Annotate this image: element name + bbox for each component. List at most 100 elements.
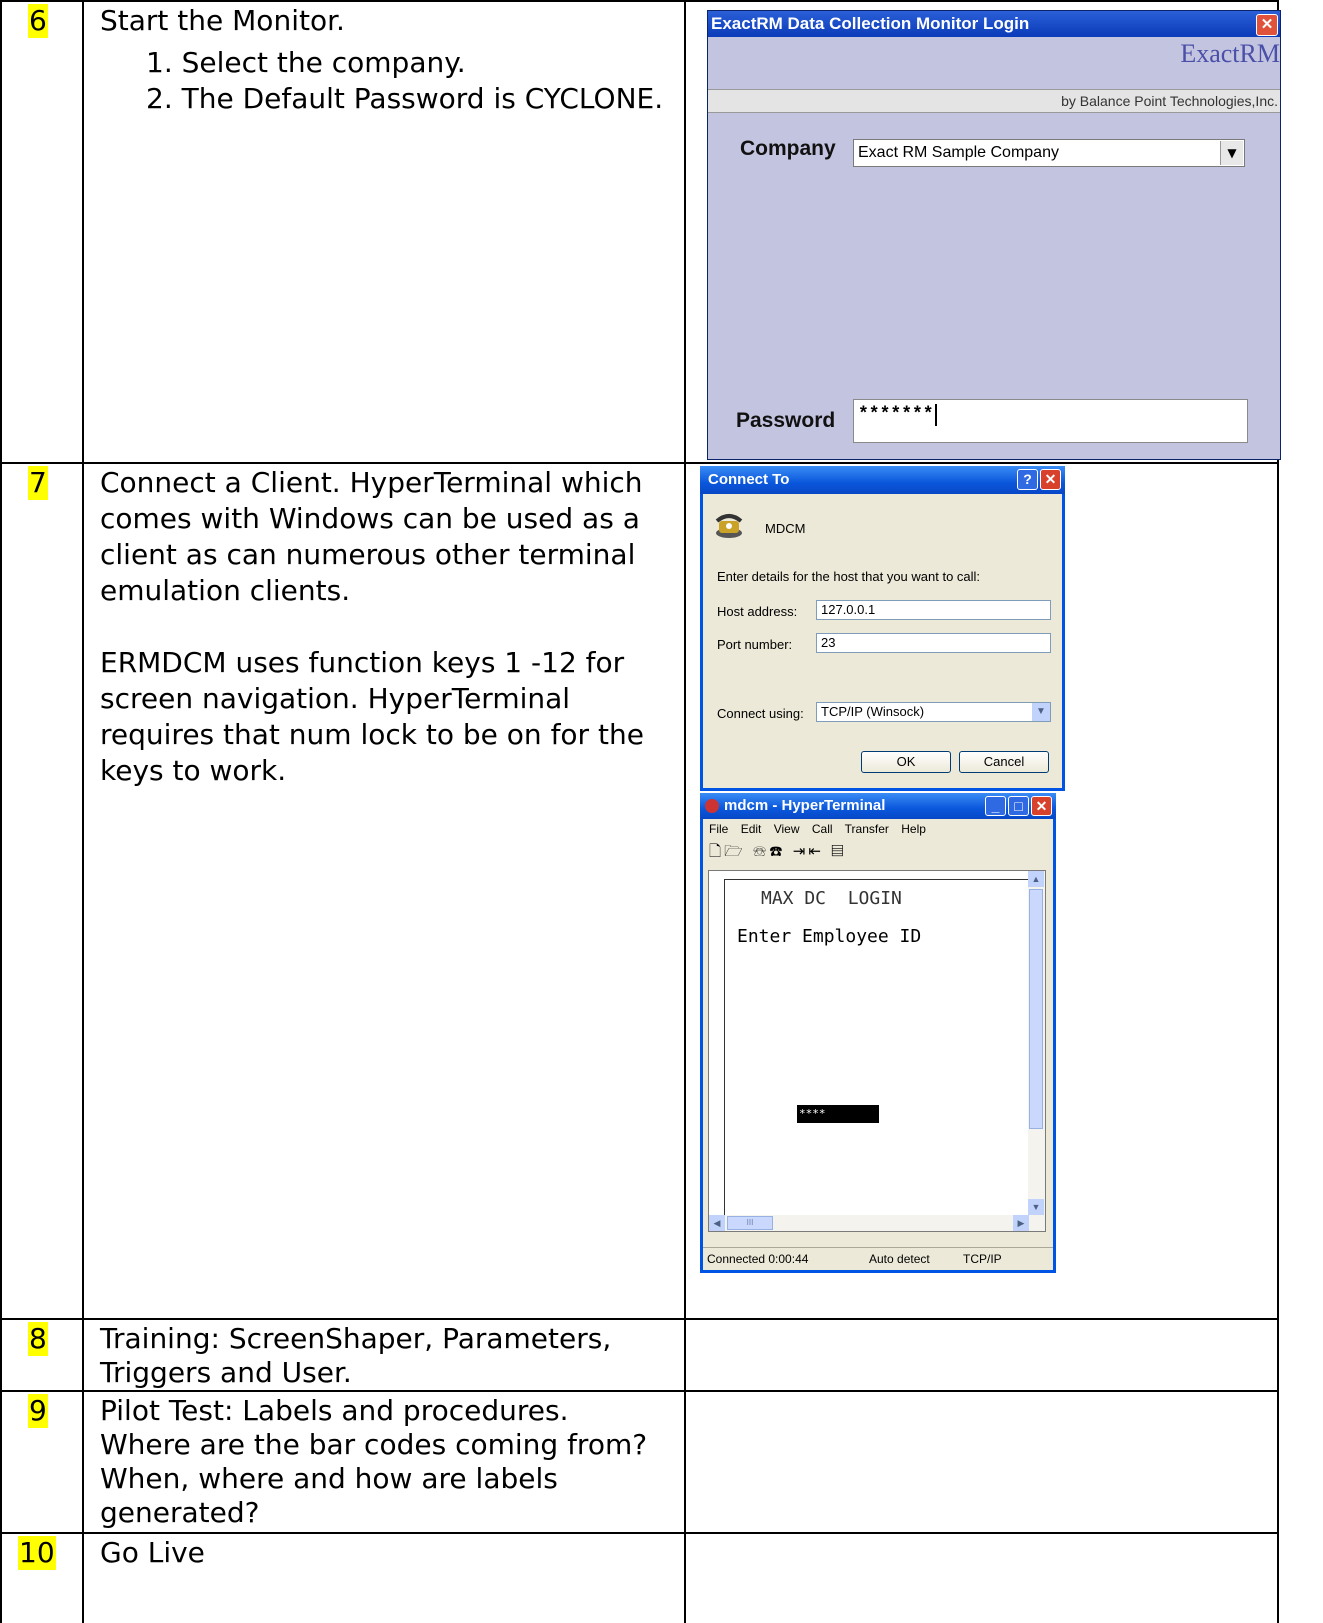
phone-connection-icon (715, 514, 743, 538)
dialog-prompt: Enter details for the host that you want… (717, 569, 981, 584)
cancel-button[interactable]: Cancel (959, 751, 1049, 773)
password-field[interactable]: ******* (853, 399, 1248, 443)
step-text-line: requires that num lock to be on for the (100, 718, 644, 751)
step-text-line: Triggers and User. (100, 1356, 352, 1389)
open-icon[interactable]: 🗁 (724, 843, 746, 860)
connect-to-dialog: Connect To ? ✕ MDCM Enter details for th… (700, 466, 1065, 791)
connect-using-select[interactable]: TCP/IP (Winsock) ▼ (816, 702, 1051, 722)
chevron-down-icon[interactable]: ▼ (1032, 703, 1050, 721)
close-icon[interactable]: ✕ (1040, 469, 1061, 490)
byline: by Balance Point Technologies,Inc. (1061, 93, 1278, 109)
close-icon[interactable]: ✕ (1256, 14, 1278, 36)
status-bar: Connected 0:00:44 Auto detect TCP/IP (703, 1247, 1053, 1270)
menu-file[interactable]: File (709, 822, 728, 836)
port-label: Port number: (717, 637, 793, 652)
list-item: 1. Select the company. (146, 46, 466, 79)
row-divider (0, 1390, 1279, 1392)
byline-band: by Balance Point Technologies,Inc. (708, 89, 1280, 113)
terminal-screen[interactable]: MAX DC LOGIN Enter Employee ID **** ▲ ▼ … (708, 870, 1046, 1232)
disconnect-icon[interactable]: ☏ (753, 843, 769, 860)
row-divider (0, 462, 1279, 464)
row-divider (0, 1532, 1279, 1534)
step-text-line: screen navigation. HyperTerminal (100, 682, 571, 715)
password-label: Password (736, 409, 836, 432)
terminal-title: MAX DC LOGIN (761, 888, 902, 909)
chevron-down-icon[interactable]: ▼ (1220, 141, 1243, 165)
menu-transfer[interactable]: Transfer (845, 822, 889, 836)
step-number: 10 (18, 1536, 56, 1570)
port-value: 23 (821, 635, 836, 650)
scroll-down-icon[interactable]: ▼ (1028, 1199, 1044, 1215)
scroll-up-icon[interactable]: ▲ (1028, 871, 1044, 887)
step-text-line: Go Live (100, 1536, 205, 1569)
menu-help[interactable]: Help (901, 822, 926, 836)
table-border (0, 0, 2, 1623)
host-address-input[interactable]: 127.0.0.1 (816, 600, 1051, 620)
scroll-thumb[interactable]: III (727, 1216, 773, 1230)
scroll-left-icon[interactable]: ◀ (709, 1215, 725, 1231)
connection-name: MDCM (765, 521, 806, 536)
step-text-line: comes with Windows can be used as a (100, 502, 640, 535)
dial-icon[interactable]: ☎ (769, 843, 785, 860)
step-text-line: Where are the bar codes coming from? (100, 1428, 648, 1461)
step-text-line: Training: ScreenShaper, Parameters, (100, 1322, 612, 1355)
row-divider (0, 1318, 1279, 1320)
step-text: Start the Monitor. (100, 4, 345, 37)
maximize-icon[interactable]: □ (1008, 796, 1029, 816)
window-title-text: ExactRM Data Collection Monitor Login (711, 14, 1030, 33)
dialog-title: Connect To ? ✕ (700, 466, 1065, 494)
step-number: 8 (28, 1322, 48, 1356)
step-text-line: Pilot Test: Labels and procedures. (100, 1394, 569, 1427)
menu-call[interactable]: Call (812, 822, 833, 836)
terminal-area: MAX DC LOGIN Enter Employee ID **** (724, 879, 1033, 1230)
menu-bar: File Edit View Call Transfer Help (709, 820, 935, 838)
exactrm-login-window: ExactRM Data Collection Monitor Login ✕ … (707, 10, 1281, 460)
send-icon[interactable]: ⇥ (793, 843, 809, 860)
properties-icon[interactable]: ▤ (831, 843, 847, 860)
password-value: ******* (858, 404, 937, 426)
column-divider (684, 0, 686, 1623)
scroll-thumb[interactable] (1029, 889, 1043, 1129)
app-icon (705, 799, 719, 813)
brand-logo: ExactRM (1180, 39, 1280, 68)
scroll-right-icon[interactable]: ▶ (1013, 1215, 1029, 1231)
status-detect: Auto detect (869, 1252, 930, 1266)
help-icon[interactable]: ? (1017, 469, 1038, 490)
receive-icon[interactable]: ⇤ (808, 843, 824, 860)
window-title: mdcm - HyperTerminal _ □ ✕ (700, 793, 1056, 819)
close-icon[interactable]: ✕ (1031, 796, 1052, 816)
hyperterminal-window: mdcm - HyperTerminal _ □ ✕ File Edit Vie… (700, 793, 1056, 1273)
minimize-icon[interactable]: _ (985, 796, 1006, 816)
list-item: 2. The Default Password is CYCLONE. (146, 82, 664, 115)
step-text-line: ERMDCM uses function keys 1 -12 for (100, 646, 625, 679)
company-select[interactable]: Exact RM Sample Company ▼ (853, 139, 1245, 167)
step-number: 7 (28, 466, 48, 500)
step-number: 6 (28, 4, 48, 38)
connect-using-label: Connect using: (717, 706, 804, 721)
menu-view[interactable]: View (774, 822, 800, 836)
ok-button[interactable]: OK (861, 751, 951, 773)
company-value: Exact RM Sample Company (858, 144, 1059, 161)
horizontal-scrollbar[interactable]: ◀ III ▶ (709, 1215, 1029, 1231)
column-divider (82, 0, 84, 1623)
terminal-prompt: Enter Employee ID (737, 926, 922, 947)
step-text-line: emulation clients. (100, 574, 351, 607)
connect-using-value: TCP/IP (Winsock) (821, 704, 925, 719)
host-value: 127.0.0.1 (821, 602, 876, 617)
new-icon[interactable]: 🗋 (709, 843, 724, 860)
step-text-line: When, where and how are labels (100, 1462, 558, 1495)
menu-edit[interactable]: Edit (741, 822, 762, 836)
toolbar: 🗋🗁 ☏☎ ⇥⇤ ▤ (709, 841, 847, 863)
step-text-line: client as can numerous other terminal (100, 538, 636, 571)
employee-id-input[interactable]: **** (797, 1105, 879, 1123)
status-protocol: TCP/IP (963, 1252, 1002, 1266)
step-text-line: generated? (100, 1496, 260, 1529)
step-text-line: Connect a Client. HyperTerminal which (100, 466, 643, 499)
host-label: Host address: (717, 604, 798, 619)
window-title: ExactRM Data Collection Monitor Login ✕ (708, 11, 1280, 37)
dialog-title-text: Connect To (708, 471, 790, 488)
vertical-scrollbar[interactable]: ▲ ▼ (1028, 871, 1045, 1231)
company-label: Company (740, 137, 836, 160)
port-number-input[interactable]: 23 (816, 633, 1051, 653)
step-text-line: keys to work. (100, 754, 287, 787)
